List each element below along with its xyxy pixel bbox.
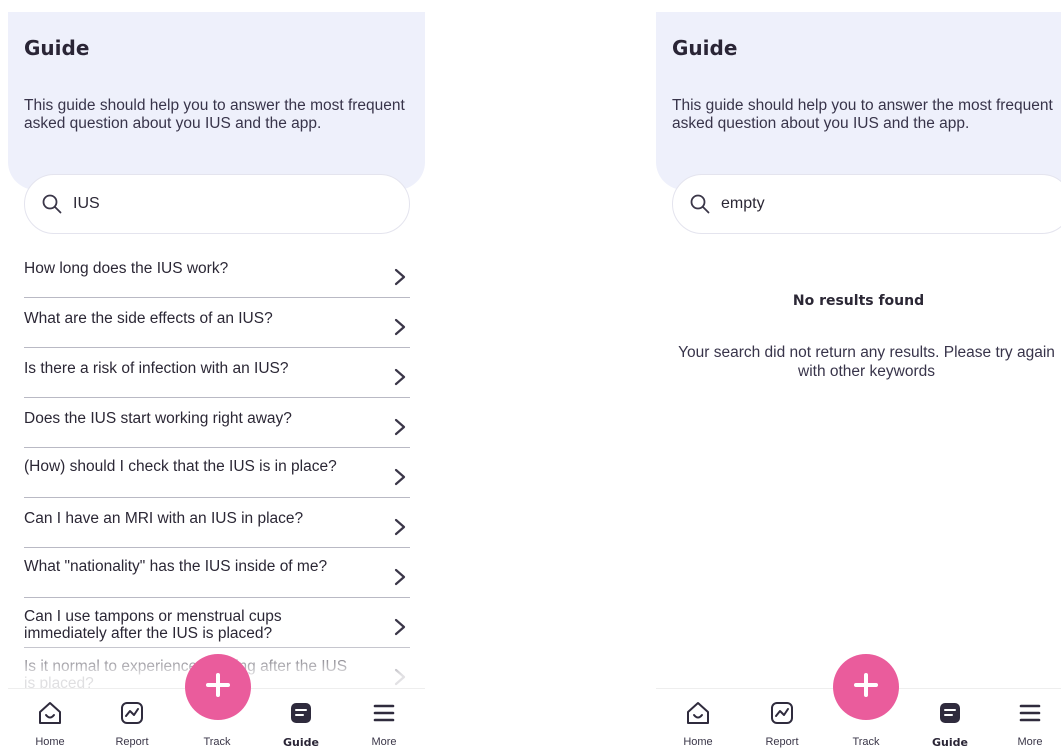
page-description: This guide should help you to answer the… <box>672 97 1053 132</box>
tab-label: More <box>371 736 397 748</box>
page-title: Guide <box>672 36 738 60</box>
tab-label: Home <box>35 736 65 748</box>
tab-label: More <box>1017 736 1043 748</box>
empty-state-title: No results found <box>792 293 925 309</box>
track-add-button[interactable] <box>833 654 899 720</box>
tab-label: Report <box>765 736 799 748</box>
faq-question: Can I use tampons or menstrual cups imme… <box>24 608 282 642</box>
faq-question: Does the IUS start working right away? <box>24 410 292 427</box>
menu-icon <box>371 700 397 726</box>
plus-icon <box>205 672 231 703</box>
search-icon <box>689 193 711 215</box>
tab-label: Guide <box>283 736 319 749</box>
tab-more[interactable]: More <box>349 689 419 749</box>
chart-icon <box>119 700 145 726</box>
plus-icon <box>853 672 879 703</box>
tab-label: Track <box>852 736 880 748</box>
search-input[interactable]: IUS <box>24 174 410 234</box>
faq-question: Is there a risk of infection with an IUS… <box>24 360 289 377</box>
home-icon <box>685 700 711 726</box>
faq-item[interactable]: (How) should I check that the IUS is in … <box>24 448 410 498</box>
chevron-right-icon <box>394 518 406 536</box>
guide-header: Guide This guide should help you to answ… <box>656 12 1061 190</box>
chevron-right-icon <box>394 268 406 286</box>
faq-item[interactable]: Does the IUS start working right away? <box>24 398 410 448</box>
chevron-right-icon <box>394 418 406 436</box>
faq-item[interactable]: Can I use tampons or menstrual cups imme… <box>24 598 410 648</box>
faq-item[interactable]: What are the side effects of an IUS? <box>24 298 410 348</box>
faq-question: (How) should I check that the IUS is in … <box>24 458 337 475</box>
faq-question: What "nationality" has the IUS inside of… <box>24 558 328 575</box>
track-add-button[interactable] <box>185 654 251 720</box>
chevron-right-icon <box>394 568 406 586</box>
home-icon <box>37 700 63 726</box>
faq-item[interactable]: How long does the IUS work? <box>24 248 410 298</box>
empty-state-message: Your search did not return any results. … <box>678 344 1055 380</box>
tab-home[interactable]: Home <box>663 689 733 749</box>
search-value: IUS <box>73 195 100 212</box>
chevron-right-icon <box>394 668 406 686</box>
guide-icon <box>937 700 963 726</box>
tab-report[interactable]: Report <box>97 689 167 749</box>
faq-item[interactable]: What "nationality" has the IUS inside of… <box>24 548 410 598</box>
chart-icon <box>769 700 795 726</box>
faq-question: What are the side effects of an IUS? <box>24 310 273 327</box>
chevron-right-icon <box>394 318 406 336</box>
tab-home[interactable]: Home <box>15 689 85 749</box>
tab-label: Guide <box>932 736 968 749</box>
guide-icon <box>288 700 314 726</box>
tab-guide[interactable]: Guide <box>266 689 336 749</box>
tab-label: Home <box>683 736 713 748</box>
faq-question: How long does the IUS work? <box>24 260 229 277</box>
guide-screen-empty: Guide This guide should help you to answ… <box>656 0 1061 749</box>
search-input[interactable]: empty <box>672 174 1061 234</box>
chevron-right-icon <box>394 468 406 486</box>
chevron-right-icon <box>394 618 406 636</box>
search-value: empty <box>721 195 765 212</box>
page-title: Guide <box>24 36 90 60</box>
faq-item[interactable]: Can I have an MRI with an IUS in place? <box>24 498 410 548</box>
tab-more[interactable]: More <box>995 689 1061 749</box>
faq-question: Can I have an MRI with an IUS in place? <box>24 510 304 527</box>
search-icon <box>41 193 63 215</box>
tab-label: Report <box>115 736 149 748</box>
faq-list: How long does the IUS work? What are the… <box>24 248 410 698</box>
faq-item[interactable]: Is there a risk of infection with an IUS… <box>24 348 410 398</box>
tab-label: Track <box>203 736 231 748</box>
guide-screen-results: Guide This guide should help you to answ… <box>0 0 425 749</box>
page-description: This guide should help you to answer the… <box>24 97 405 132</box>
tab-guide[interactable]: Guide <box>915 689 985 749</box>
guide-header: Guide This guide should help you to answ… <box>8 12 425 190</box>
menu-icon <box>1017 700 1043 726</box>
chevron-right-icon <box>394 368 406 386</box>
tab-report[interactable]: Report <box>747 689 817 749</box>
